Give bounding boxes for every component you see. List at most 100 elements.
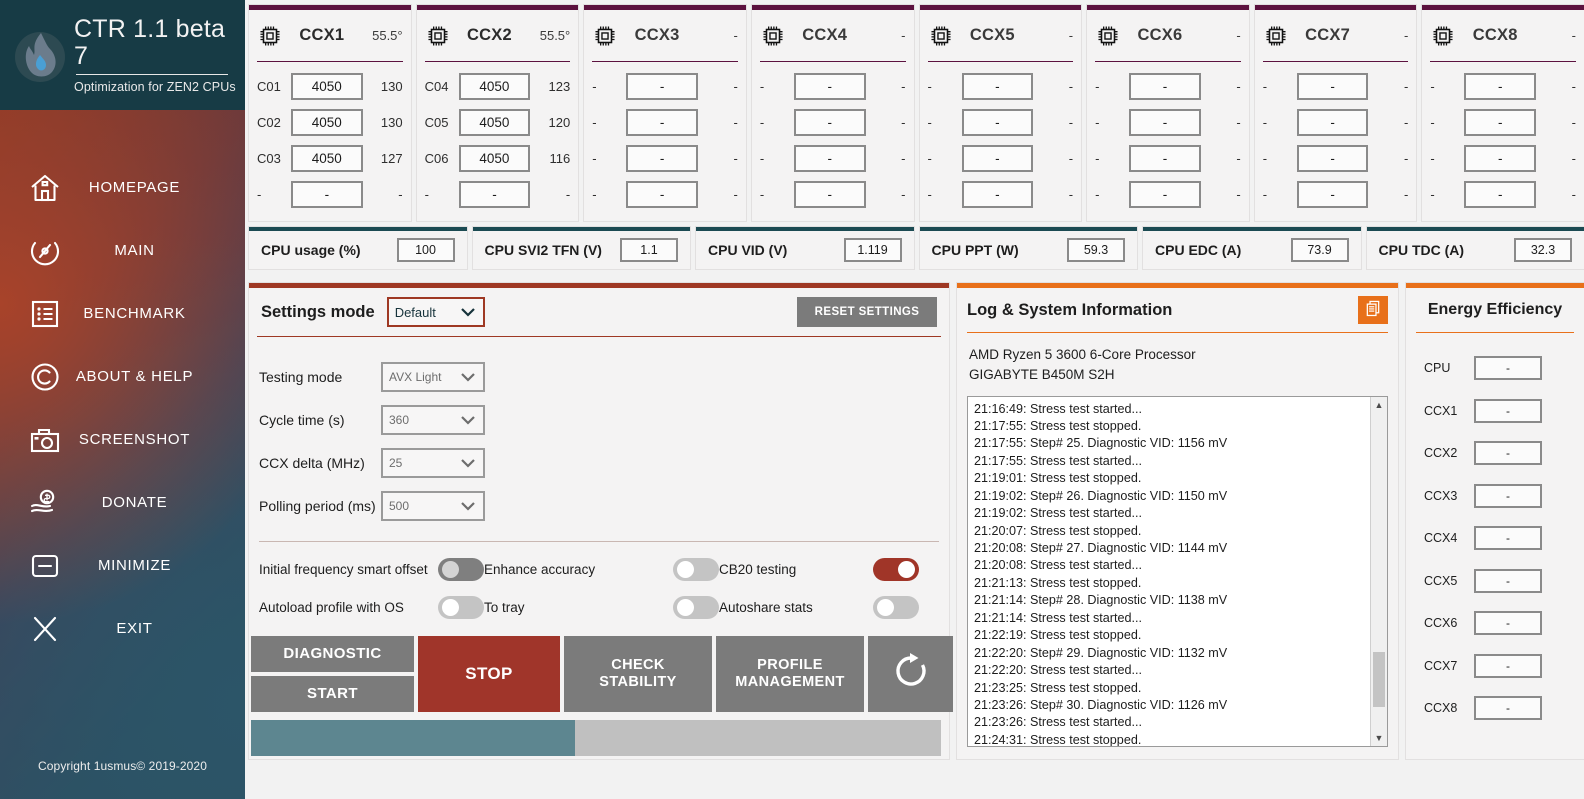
energy-label: CPU (1424, 361, 1451, 376)
core-frequency-field[interactable]: 4050 (291, 145, 363, 173)
sidebar-item-screenshot[interactable]: SCREENSHOT (0, 408, 245, 471)
core-frequency-field[interactable]: - (793, 145, 866, 173)
log-scrollbar[interactable]: ▲ ▼ (1370, 396, 1387, 746)
field-select-cycle-time-s[interactable]: 360 (381, 404, 485, 435)
minimize-icon (22, 549, 68, 583)
sidebar-item-main[interactable]: MAIN (0, 219, 245, 282)
core-frequency-field[interactable]: - (1296, 108, 1369, 136)
sidebar-item-donate[interactable]: DONATE (0, 471, 245, 534)
core-frequency-field[interactable]: - (1129, 108, 1201, 136)
core-frequency-field[interactable]: - (961, 72, 1034, 100)
toggle-line: Initial frequency smart offset Enhance ac… (259, 550, 939, 588)
toggle-autoload-profile-with-os[interactable] (438, 595, 484, 619)
core-frequency-field[interactable]: - (1464, 108, 1536, 136)
core-frequency-field[interactable]: 4050 (291, 72, 363, 100)
toggle-knob (677, 598, 694, 616)
stop-button[interactable]: STOP (418, 636, 560, 712)
field-row: Polling period (ms) 500 (259, 484, 949, 527)
core-aux-value: - (1404, 114, 1409, 130)
ccx-divider (424, 61, 571, 62)
stat-cpu-ppt-w: CPU PPT (W) 59.3 (919, 227, 1137, 269)
settings-mode-select[interactable]: Default (386, 297, 485, 327)
toggle-cb20-testing[interactable] (873, 557, 919, 581)
core-frequency-field[interactable]: - (1129, 72, 1201, 100)
core-frequency-field[interactable]: - (961, 181, 1034, 209)
log-textbox[interactable]: 21:16:49: Stress test started... 21:17:55… (967, 395, 1388, 747)
sidebar-item-exit[interactable]: EXIT (0, 597, 245, 660)
core-id: - (1430, 187, 1435, 203)
sidebar-item-minimize[interactable]: MINIMIZE (0, 534, 245, 597)
core-frequency-field[interactable]: - (961, 108, 1034, 136)
check-stability-button[interactable]: CHECK STABILITY (564, 636, 712, 712)
toggle-initial-frequency-smart-offset[interactable] (438, 557, 484, 581)
core-id: C01 (257, 78, 281, 94)
core-frequency-field[interactable]: - (1129, 181, 1201, 209)
field-select-testing-mode[interactable]: AVX Light (381, 361, 485, 392)
core-frequency-field[interactable]: 4050 (458, 72, 531, 100)
core-frequency-field[interactable]: - (626, 145, 698, 173)
toggle-label: Enhance accuracy (484, 561, 596, 577)
core-frequency-field[interactable]: 4050 (291, 108, 363, 136)
core-frequency-field[interactable]: - (1296, 72, 1369, 100)
diagnostic-button[interactable]: DIAGNOSTIC (251, 636, 414, 672)
flame-icon (14, 25, 66, 85)
core-row: C02 4050 130 (257, 107, 403, 137)
core-frequency-field[interactable]: 4050 (458, 108, 531, 136)
core-frequency-field[interactable]: - (626, 108, 698, 136)
scrollbar-thumb[interactable] (1373, 651, 1385, 707)
sidebar-item-benchmark[interactable]: BENCHMARK (0, 282, 245, 345)
ccx-panel-ccx7: CCX7 - - - - - - - - - - - - - (1254, 5, 1417, 221)
refresh-button[interactable] (868, 636, 953, 712)
core-frequency-field[interactable]: - (458, 181, 531, 209)
toggle-autoshare-stats[interactable] (873, 595, 919, 619)
system-information: AMD Ryzen 5 3600 6-Core Processor GIGABYT… (967, 333, 1388, 396)
core-frequency-field[interactable]: - (1464, 72, 1536, 100)
toggle-label: Autoshare stats (719, 599, 813, 615)
close-icon (22, 612, 68, 646)
core-aux-value: 130 (380, 114, 403, 130)
core-frequency-field[interactable]: - (1296, 145, 1369, 173)
core-frequency-field[interactable]: - (961, 145, 1034, 173)
settings-fields: Testing mode AVX Light Cycle time (s) 360 CC… (249, 337, 949, 527)
log-line: 21:21:14: Step# 28. Diagnostic VID: 1138… (974, 593, 1228, 608)
scroll-down-icon[interactable]: ▼ (1375, 729, 1384, 746)
start-button[interactable]: START (251, 676, 414, 712)
ccx-temperature: - (1571, 28, 1576, 43)
sidebar-item-label: MAIN (114, 242, 155, 259)
ccx-header: CCX4 - (760, 10, 906, 61)
sidebar-item-label: DONATE (101, 494, 168, 511)
field-select-polling-period-ms[interactable]: 500 (381, 490, 485, 521)
app-window: CTR 1.1 beta 7 Optimization for ZEN2 CPU… (0, 0, 1584, 799)
core-frequency-field[interactable]: - (1464, 181, 1536, 209)
core-frequency-field[interactable]: - (793, 72, 866, 100)
profile-management-button[interactable]: PROFILE MANAGEMENT (716, 636, 864, 712)
toggle-enhance-accuracy[interactable] (673, 557, 719, 581)
core-frequency-field[interactable]: - (626, 181, 698, 209)
core-row: --- (1263, 107, 1409, 137)
sidebar-item-homepage[interactable]: HOMEPAGE (0, 156, 245, 219)
core-id: - (592, 114, 597, 130)
reset-settings-button[interactable]: RESET SETTINGS (797, 297, 937, 327)
copy-log-button[interactable] (1358, 296, 1388, 324)
core-id: - (759, 78, 765, 94)
core-aux-value: - (1571, 151, 1576, 167)
field-select-ccx-delta-mhz[interactable]: 25 (381, 447, 485, 478)
core-frequency-field[interactable]: - (793, 181, 866, 209)
progress-bar (251, 720, 941, 756)
scroll-up-icon[interactable]: ▲ (1375, 397, 1384, 414)
core-frequency-field[interactable]: - (291, 181, 363, 209)
log-line: 21:23:26: Stress test started... (974, 715, 1143, 730)
core-frequency-field[interactable]: - (1296, 181, 1369, 209)
sidebar-item-about-help[interactable]: ABOUT & HELP (0, 345, 245, 408)
core-frequency-field[interactable]: 4050 (458, 145, 531, 173)
core-frequency-field[interactable]: - (1464, 145, 1536, 173)
core-frequency-field[interactable]: - (793, 108, 866, 136)
core-frequency-field[interactable]: - (1129, 145, 1201, 173)
field-select-value: AVX Light (389, 369, 442, 384)
core-aux-value: - (1404, 151, 1409, 167)
core-row: C05 4050 120 (425, 107, 570, 137)
toggle-to-tray[interactable] (673, 595, 719, 619)
ccx-header: CCX8 - (1430, 10, 1576, 61)
stat-value: 1.1 (620, 238, 678, 262)
core-frequency-field[interactable]: - (626, 72, 698, 100)
